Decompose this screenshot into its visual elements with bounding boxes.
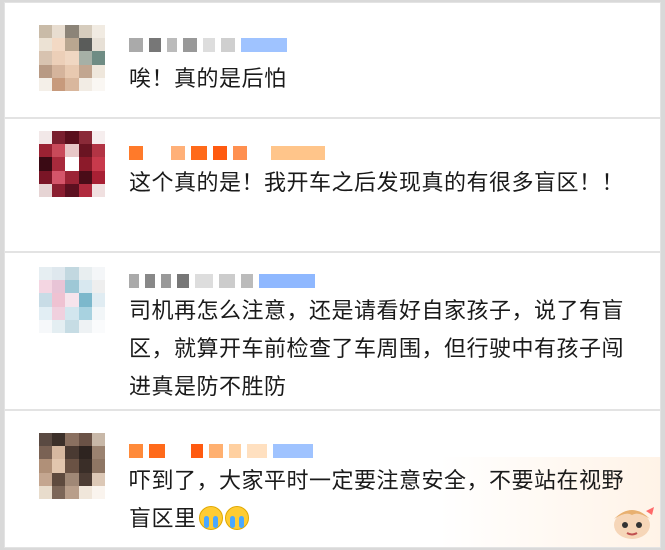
user-avatar[interactable] (39, 25, 105, 91)
user-avatar[interactable] (39, 267, 105, 333)
username[interactable] (129, 143, 325, 163)
comment-text: 唉！真的是后怕 (129, 67, 287, 92)
comment-card: 司机再怎么注意，还是请看好自家孩子，说了有盲区，就算开车前检查了车周围，但行驶中… (4, 252, 661, 410)
comment-card: 唉！真的是后怕 (4, 2, 661, 118)
comment-text: 吓到了，大家平时一定要注意安全，不要站在视野盲区里 (129, 463, 630, 539)
comment-text: 司机再怎么注意，还是请看好自家孩子，说了有盲区，就算开车前检查了车周围，但行驶中… (129, 299, 625, 400)
anime-sticker-icon (614, 507, 654, 539)
comment-card: 这个真的是！我开车之后发现真的有很多盲区！！ (4, 118, 661, 252)
user-avatar[interactable] (39, 433, 105, 499)
crying-emoji-icon (224, 506, 249, 530)
comment-text: 这个真的是！我开车之后发现真的有很多盲区！！ (129, 171, 625, 196)
username[interactable] (129, 441, 313, 461)
username[interactable] (129, 35, 287, 55)
user-avatar[interactable] (39, 131, 105, 197)
username[interactable] (129, 271, 315, 291)
comment-card: 吓到了，大家平时一定要注意安全，不要站在视野盲区里 (4, 410, 661, 548)
crying-emoji-icon (198, 506, 223, 530)
